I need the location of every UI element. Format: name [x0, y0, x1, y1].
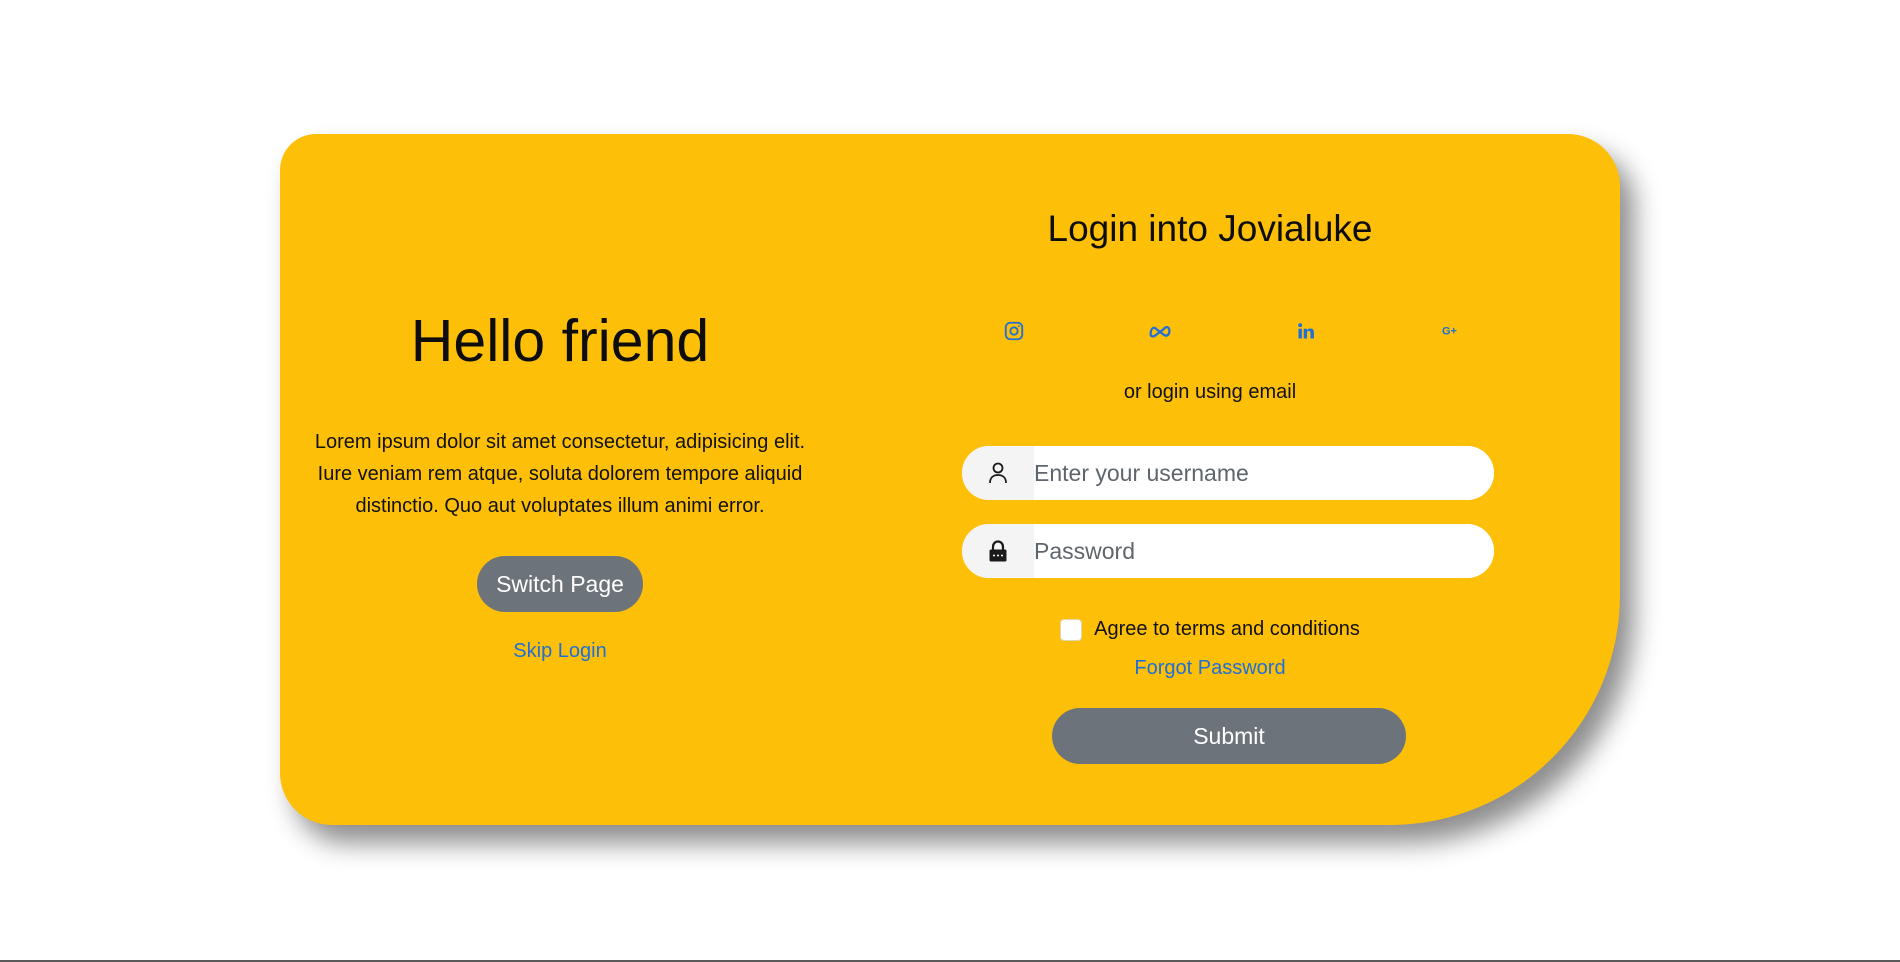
lock-icon	[962, 524, 1034, 578]
welcome-description: Lorem ipsum dolor sit amet consectetur, …	[314, 431, 806, 517]
login-title: Login into Jovialuke	[1047, 208, 1373, 249]
alt-login-text: or login using email	[1123, 381, 1297, 403]
terms-checkbox[interactable]	[1060, 618, 1083, 641]
meta-icon[interactable]	[1145, 316, 1175, 346]
social-login-row: G+	[910, 316, 1510, 346]
submit-button[interactable]: Submit	[1052, 708, 1406, 764]
password-input[interactable]	[1034, 524, 1494, 578]
linkedin-icon[interactable]	[1291, 316, 1321, 346]
instagram-icon[interactable]	[999, 316, 1029, 346]
terms-row: Agree to terms and conditions	[910, 618, 1510, 641]
welcome-heading: Hello friend	[410, 308, 710, 374]
page: Hello friend Lorem ipsum dolor sit amet …	[0, 0, 1900, 962]
username-field[interactable]	[962, 446, 1494, 500]
password-field[interactable]	[962, 524, 1494, 578]
svg-text:G+: G+	[1442, 326, 1457, 338]
switch-page-button[interactable]: Switch Page	[477, 556, 643, 612]
username-input[interactable]	[1034, 446, 1494, 500]
login-panel: Login into Jovialuke G+ or login using e…	[910, 134, 1510, 825]
welcome-panel: Hello friend Lorem ipsum dolor sit amet …	[280, 134, 840, 825]
skip-login-link[interactable]: Skip Login	[280, 640, 840, 663]
terms-label[interactable]: Agree to terms and conditions	[1094, 618, 1360, 641]
google-plus-icon[interactable]: G+	[1438, 316, 1468, 346]
user-icon	[962, 446, 1034, 500]
forgot-password-link[interactable]: Forgot Password	[910, 657, 1510, 680]
login-card: Hello friend Lorem ipsum dolor sit amet …	[280, 134, 1620, 825]
